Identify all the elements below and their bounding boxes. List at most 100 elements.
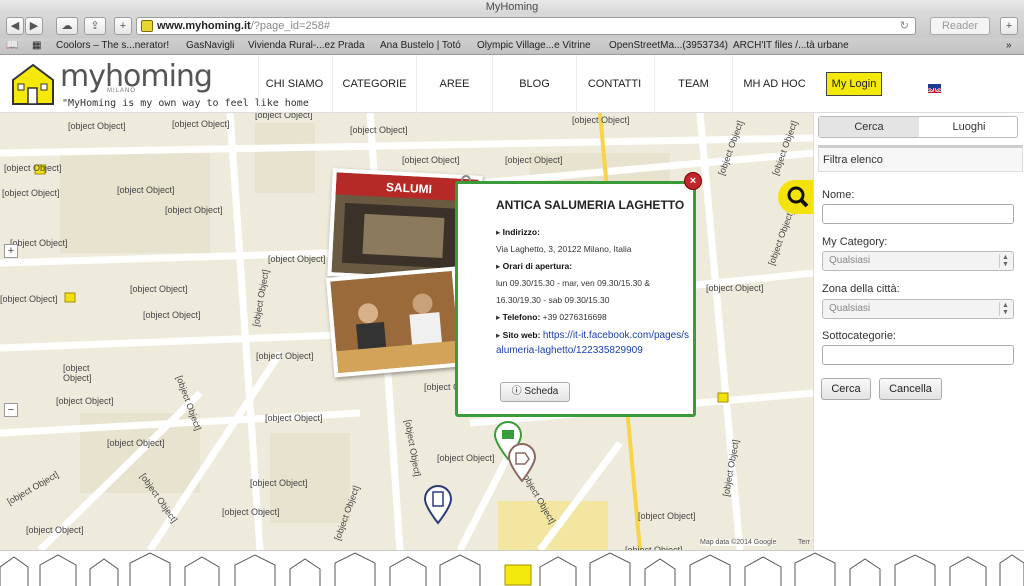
bookmark-item[interactable]: ARCH'IT files /...tà urbane — [733, 38, 849, 54]
map-label: [object Object] — [68, 121, 126, 131]
map-label: [object Object] — [222, 507, 280, 517]
map-label: [object Object] — [0, 294, 58, 304]
map-label: [object Object] — [26, 525, 84, 535]
popup-details: ▸ Indirizzo: Via Laghetto, 3, 20122 Mila… — [496, 224, 692, 358]
map-label: [object Object] — [638, 511, 696, 521]
menu-contatti[interactable]: CONTATTI — [576, 55, 652, 113]
zone-select[interactable]: Qualsiasi ▲ ▼ — [822, 299, 1014, 319]
zoom-in-button[interactable]: + — [4, 244, 18, 258]
add-tab-button[interactable]: + — [1000, 17, 1018, 35]
menu-chi-siamo[interactable]: CHI SIAMO — [258, 55, 330, 113]
uk-flag-icon[interactable] — [928, 84, 941, 93]
menu-categorie[interactable]: CATEGORIE — [332, 55, 416, 113]
bookmark-item[interactable]: Coolors – The s...nerator! — [56, 38, 169, 54]
url-host: www.myhoming.it — [157, 20, 251, 32]
menu-team[interactable]: TEAM — [654, 55, 732, 113]
map-label: [object Object] — [350, 125, 408, 135]
new-tab-button[interactable]: + — [114, 17, 132, 35]
sidebar-icon[interactable]: 📖 — [6, 38, 18, 54]
logo-subtitle: MILANO — [107, 88, 137, 94]
map-label: [object Object] — [505, 155, 563, 165]
name-input[interactable] — [822, 204, 1014, 224]
map-attribution: Map data ©2014 Google — [700, 539, 777, 546]
map-label: [object Object] — [402, 155, 460, 165]
map-terms-link[interactable]: Terr — [798, 539, 810, 546]
bookmarks-bar: 📖 ▦ Coolors – The s...nerator! GasNavigl… — [0, 38, 1024, 55]
menu-blog[interactable]: BLOG — [492, 55, 576, 113]
filter-header[interactable]: Filtra elenco — [818, 145, 1023, 172]
map-label: [object Object] — [63, 363, 92, 383]
window-title: MyHoming — [0, 0, 1024, 14]
zone-label: Zona della città: — [822, 283, 900, 295]
place-info-popup: ANTICA SALUMERIA LAGHETTO ▸ Indirizzo: V… — [455, 181, 696, 417]
sidebar-tabs: Cerca Luoghi — [818, 116, 1018, 138]
more-bookmarks-icon[interactable]: » — [1006, 38, 1012, 54]
bookmark-item[interactable]: Olympic Village...e Vitrine — [477, 38, 591, 54]
scheda-button[interactable]: ⓘ Scheda — [500, 382, 570, 402]
map-search-button[interactable] — [778, 180, 813, 214]
hours-value: lun 09.30/15.30 - mar, ven 09.30/15.30 &… — [496, 278, 651, 305]
popup-title: ANTICA SALUMERIA LAGHETTO — [496, 198, 685, 212]
bookmark-item[interactable]: Ana Bustelo | Totó — [380, 38, 461, 54]
house-logo-icon[interactable] — [10, 62, 56, 106]
map-label: [object Object] — [706, 283, 764, 293]
cancel-button[interactable]: Cancella — [879, 378, 942, 400]
map-label: [object Object] — [4, 163, 62, 173]
phone-label: Telefono: — [502, 312, 541, 322]
map-label: [object Object] — [250, 478, 308, 488]
owners-image — [330, 270, 460, 374]
phone-value: +39 0276316698 — [542, 312, 607, 322]
bookmark-item[interactable]: OpenStreetMa...(3953734) — [609, 38, 728, 54]
tag-pin-icon[interactable] — [507, 443, 537, 483]
web-label: Sito web: — [502, 330, 541, 340]
map-label: [object Object] — [117, 185, 175, 195]
tab-cerca[interactable]: Cerca — [819, 117, 919, 137]
search-button[interactable]: Cerca — [821, 378, 871, 400]
select-arrows-icon: ▲ ▼ — [999, 302, 1011, 316]
map-label: [object Object] — [265, 413, 323, 423]
select-arrows-icon: ▲ ▼ — [999, 254, 1011, 268]
caret-icon: ▸ — [496, 227, 501, 237]
category-label: My Category: — [822, 236, 888, 248]
building-pin-icon[interactable] — [423, 485, 453, 525]
menu-aree[interactable]: AREE — [416, 55, 492, 113]
caret-icon: ▸ — [496, 312, 501, 322]
map-label: [object Object] — [572, 115, 630, 125]
map-label: [object Object] — [130, 284, 188, 294]
map-label: [object Object] — [255, 113, 313, 120]
grid-icon[interactable]: ▦ — [32, 38, 41, 54]
address-bar[interactable]: www.myhoming.it/?page_id=258# ↻ — [136, 17, 916, 35]
map-label: [object Object] — [107, 438, 165, 448]
subcategory-label: Sottocategorie: — [822, 330, 896, 342]
back-button[interactable]: ◀ — [6, 17, 24, 35]
map-label: [object Object] — [165, 205, 223, 215]
address-label: Indirizzo: — [502, 227, 540, 237]
close-popup-icon[interactable]: × — [684, 172, 702, 190]
refresh-icon[interactable]: ↻ — [900, 18, 909, 34]
site-header: myhoming MILANO "MyHoming is my own way … — [0, 55, 1024, 113]
subcategory-input[interactable] — [822, 345, 1014, 365]
menu-mh-ad-hoc[interactable]: MH AD HOC — [732, 55, 816, 113]
bookmark-item[interactable]: Vivienda Rural-...ez Prada — [248, 38, 365, 54]
share-icon[interactable]: ⇪ — [84, 17, 106, 35]
name-label: Nome: — [822, 189, 855, 201]
map-label: [object Object] — [10, 238, 68, 248]
footer-houses-strip — [0, 550, 1024, 586]
url-path: /?page_id=258# — [250, 20, 330, 32]
category-select[interactable]: Qualsiasi ▲ ▼ — [822, 251, 1014, 271]
zoom-out-button[interactable]: − — [4, 403, 18, 417]
map-label: [object Object] — [2, 188, 60, 198]
category-value: Qualsiasi — [829, 255, 871, 266]
houses-illustration — [0, 552, 1024, 586]
reader-button[interactable]: Reader — [930, 17, 990, 35]
zone-value: Qualsiasi — [829, 303, 871, 314]
cloud-icon[interactable]: ☁ — [56, 17, 78, 35]
caret-icon: ▸ — [496, 261, 501, 271]
forward-button[interactable]: ▶ — [25, 17, 43, 35]
my-login-button[interactable]: My Login — [826, 72, 882, 96]
info-icon: ⓘ — [511, 386, 522, 397]
favicon-icon — [141, 20, 153, 32]
tab-luoghi[interactable]: Luoghi — [919, 117, 1019, 137]
hours-label: Orari di apertura: — [502, 261, 573, 271]
bookmark-item[interactable]: GasNavigli — [186, 38, 234, 54]
